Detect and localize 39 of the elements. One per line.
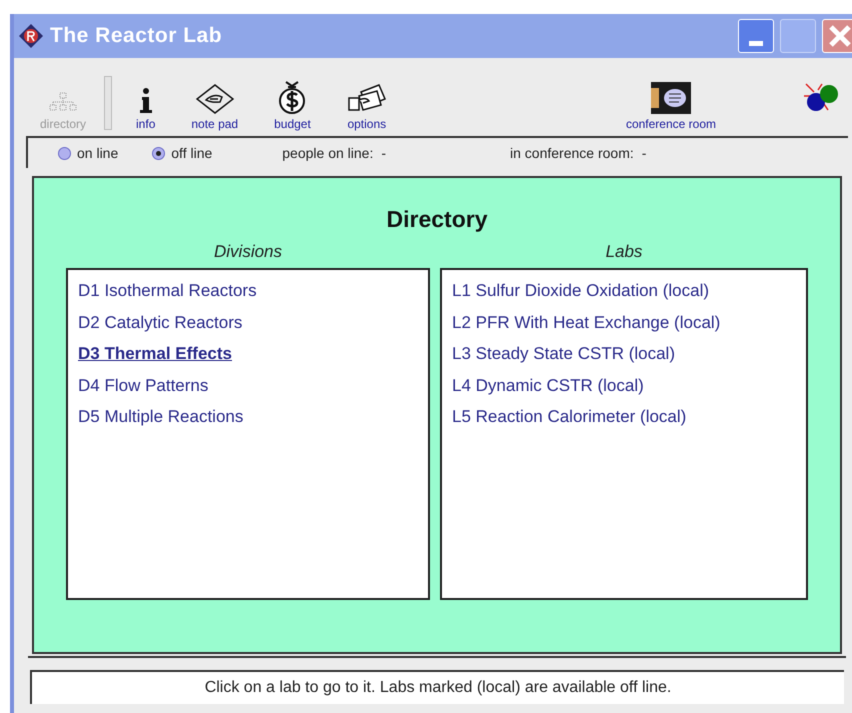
toolbar-button[interactable]: conference room [620,70,722,130]
status-message: Click on a lab to go to it. Labs marked (local) are available off line. [204,678,672,698]
radio-button[interactable] [58,146,71,160]
lab-link[interactable]: L3 Steady State CSTR (local) [452,341,675,366]
pen-hand-icon [196,84,234,114]
app-logo-icon [18,23,44,49]
speech-screen-icon [650,82,691,114]
minimize-icon [749,41,763,46]
info-icon [138,88,153,114]
lab-link[interactable]: L1 Sulfur Dioxide Oxidation (local) [452,278,710,304]
people-online-value: - [381,144,386,162]
column-heading: Labs [606,240,642,262]
hand-cards-icon [346,84,387,114]
division-link[interactable]: D5 Multiple Reactions [78,404,244,430]
toolbar-button[interactable]: options [340,70,393,130]
people-online-label: people on line: [282,144,374,163]
conference-room-label: in conference room: [510,144,634,162]
radio-label: on line [77,144,118,162]
column-heading: Divisions [214,240,282,262]
lab-link[interactable]: L5 Reaction Calorimeter (local) [452,404,686,430]
division-link[interactable]: D3 Thermal Effects [78,341,232,366]
conference-room-value: - [642,144,646,162]
window-title: The Reactor Lab [50,23,222,50]
toolbar-button[interactable]: note pad [185,70,244,130]
division-link[interactable]: D2 Catalytic Reactors [78,310,242,335]
money-bag-icon [277,80,308,114]
toolbar-button[interactable]: info [130,70,162,130]
toolbar-separator [104,76,112,130]
radio-button[interactable] [152,146,166,160]
close-button[interactable] [822,19,852,53]
directory-title: Directory [386,205,488,234]
lab-link[interactable]: L2 PFR With Heat Exchange (local) [452,310,720,335]
division-link[interactable]: D1 Isothermal Reactors [78,278,257,304]
toolbar-button[interactable]: budget [268,70,317,130]
lab-link[interactable]: L4 Dynamic CSTR (local) [452,372,644,398]
minimize-button[interactable] [738,19,774,53]
close-icon [828,24,852,48]
division-link[interactable]: D4 Flow Patterns [78,372,208,398]
radio-label: off line [171,144,212,162]
